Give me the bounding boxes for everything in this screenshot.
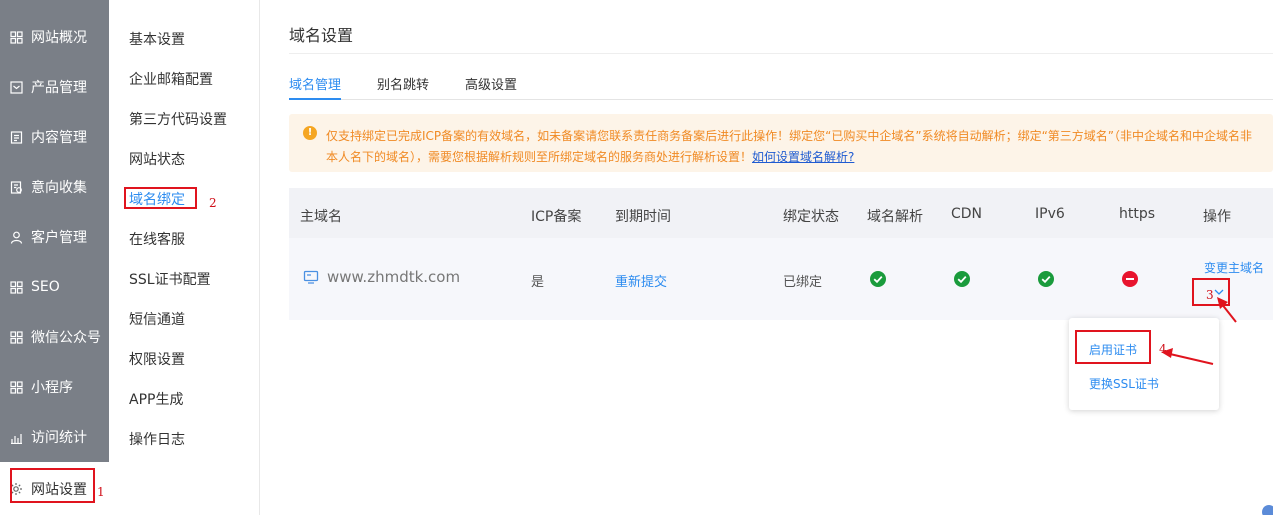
tab-advanced-settings[interactable]: 高级设置 (465, 74, 517, 100)
sidebar-item-label: 客户管理 (31, 230, 87, 246)
submenu-item-permissions[interactable]: 权限设置 (129, 349, 185, 369)
settings-submenu: 基本设置 企业邮箱配置 第三方代码设置 网站状态 域名绑定 在线客服 SSL证书… (109, 0, 260, 515)
sidebar-item-overview[interactable]: 网站概况 (0, 12, 109, 62)
notice-banner: ! 仅支持绑定已完成ICP备案的有效域名，如未备案请您联系责任商务备案后进行此操… (289, 114, 1273, 172)
cdn-ok-icon (954, 271, 970, 287)
domain-icon (303, 269, 319, 289)
notice-text-wrap: 仅支持绑定已完成ICP备案的有效域名，如未备案请您联系责任商务备案后进行此操作！… (326, 126, 1256, 168)
submenu-item-online-service[interactable]: 在线客服 (129, 229, 185, 249)
col-dns: 域名解析 (867, 209, 923, 225)
submenu-item-app[interactable]: APP生成 (129, 389, 183, 409)
col-icp: ICP备案 (531, 209, 582, 225)
sidebar-item-products[interactable]: 产品管理 (0, 62, 109, 112)
replace-ssl-certificate-option[interactable]: 更换SSL证书 (1089, 375, 1159, 392)
divider (289, 53, 1273, 54)
col-ipv6: IPv6 (1035, 206, 1065, 222)
sidebar-item-label: 意向收集 (31, 180, 87, 196)
https-error-icon (1122, 271, 1138, 287)
floating-helper-button[interactable] (1262, 505, 1273, 515)
sidebar-item-content[interactable]: 内容管理 (0, 112, 109, 162)
annotation-box-enable-certificate (1075, 330, 1151, 364)
sidebar-item-label: 内容管理 (31, 130, 87, 146)
annotation-number-3: 3 (1206, 288, 1214, 302)
table-row: www.zhmdtk.com 是 重新提交 已绑定 变更主域名 (289, 238, 1273, 320)
submenu-item-ssl[interactable]: SSL证书配置 (129, 269, 211, 289)
resubmit-link[interactable]: 重新提交 (615, 271, 667, 290)
tab-bar: 域名管理 别名跳转 高级设置 (289, 74, 1273, 100)
dns-ok-icon (870, 271, 886, 287)
grid-icon (9, 380, 23, 394)
ipv6-ok-icon (1038, 271, 1054, 287)
sidebar-item-label: 微信公众号 (31, 330, 101, 346)
col-bind-status: 绑定状态 (783, 209, 839, 225)
annotation-number-2: 2 (209, 196, 217, 210)
annotation-box-domain-binding (124, 187, 197, 209)
sidebar-item-label: 小程序 (31, 380, 73, 396)
sidebar-item-seo[interactable]: SEO (0, 262, 109, 312)
grid-icon (9, 280, 23, 294)
col-https: https (1119, 206, 1156, 222)
sidebar-item-label: 产品管理 (31, 80, 87, 96)
bar-chart-icon (9, 430, 23, 444)
annotation-box-site-settings (10, 468, 95, 503)
tab-alias-redirect[interactable]: 别名跳转 (377, 74, 429, 100)
col-cdn: CDN (951, 206, 983, 222)
sidebar-item-label: SEO (31, 279, 60, 295)
box-icon (9, 80, 23, 94)
submenu-item-logs[interactable]: 操作日志 (129, 429, 185, 449)
submenu-item-third-party-code[interactable]: 第三方代码设置 (129, 109, 227, 129)
submenu-item-basic[interactable]: 基本设置 (129, 29, 185, 49)
submenu-item-sms[interactable]: 短信通道 (129, 309, 185, 329)
annotation-number-1: 1 (97, 485, 105, 499)
col-primary-domain: 主域名 (300, 209, 342, 225)
bind-status: 已绑定 (783, 275, 823, 290)
sidebar-item-miniprogram[interactable]: 小程序 (0, 362, 109, 412)
annotation-number-4: 4 (1159, 342, 1167, 356)
form-icon (9, 180, 23, 194)
main-sidebar: 网站概况 产品管理 内容管理 意向收集 客户管理 SEO 微信公众号 小程序 访… (0, 0, 109, 515)
sidebar-item-analytics[interactable]: 访问统计 (0, 412, 109, 462)
sidebar-item-leads[interactable]: 意向收集 (0, 162, 109, 212)
sidebar-item-wechat[interactable]: 微信公众号 (0, 312, 109, 362)
warning-icon: ! (303, 126, 317, 140)
col-action: 操作 (1203, 209, 1231, 225)
col-expiry: 到期时间 (615, 209, 671, 225)
tab-domain-management[interactable]: 域名管理 (289, 74, 342, 100)
table-header: 主域名 ICP备案 到期时间 绑定状态 域名解析 CDN IPv6 https … (289, 188, 1273, 238)
user-icon (9, 230, 23, 244)
change-primary-domain-link[interactable]: 变更主域名 (1204, 259, 1264, 276)
page-title: 域名设置 (289, 26, 354, 45)
document-icon (9, 130, 23, 144)
grid-icon (9, 30, 23, 44)
main-content: 域名设置 域名管理 别名跳转 高级设置 ! 仅支持绑定已完成ICP备案的有效域名… (260, 0, 1273, 515)
domain-name: www.zhmdtk.com (327, 268, 461, 286)
sidebar-item-customers[interactable]: 客户管理 (0, 212, 109, 262)
submenu-item-email[interactable]: 企业邮箱配置 (129, 69, 213, 89)
icp-value: 是 (531, 275, 545, 290)
sidebar-item-label: 访问统计 (31, 430, 87, 446)
sidebar-item-label: 网站概况 (31, 30, 87, 46)
dns-help-link[interactable]: 如何设置域名解析? (752, 150, 854, 164)
grid-icon (9, 330, 23, 344)
submenu-item-site-status[interactable]: 网站状态 (129, 149, 185, 169)
